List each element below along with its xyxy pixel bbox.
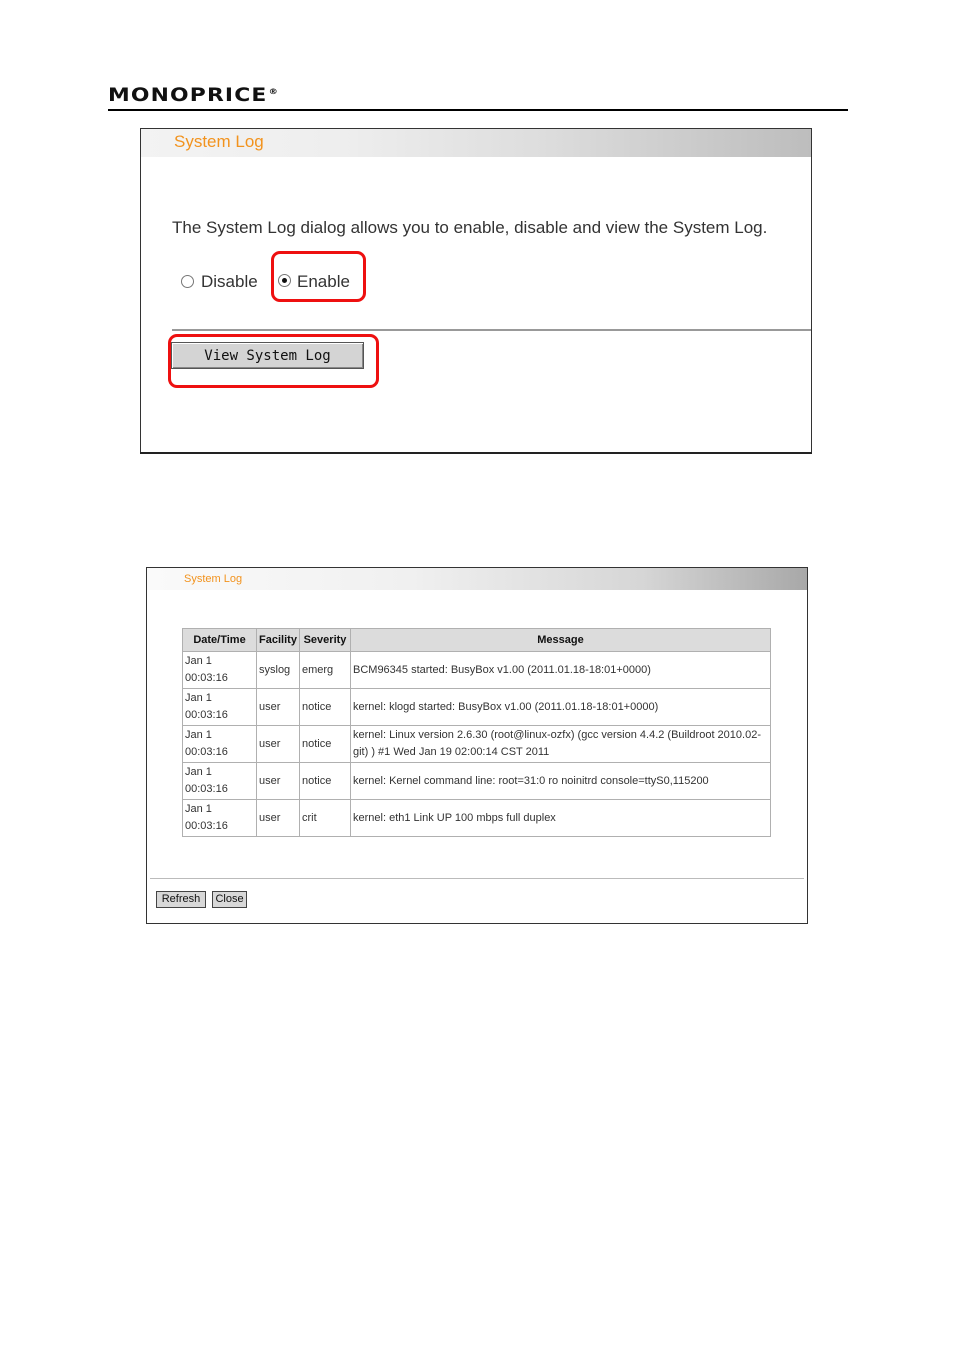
cell-date: Jan 1 <box>185 803 212 815</box>
title-bar: System Log <box>147 568 807 590</box>
table-header-row: Date/Time Facility Severity Message <box>182 628 771 652</box>
cell-date: Jan 1 <box>185 655 212 667</box>
panel-bottom-border <box>140 452 812 454</box>
cell-facility: user <box>256 725 300 763</box>
cell-datetime: Jan 1 00:03:16 <box>182 799 257 837</box>
cell-message: kernel: eth1 Link UP 100 mbps full duple… <box>350 799 771 837</box>
header-divider <box>108 109 848 111</box>
cell-facility: user <box>256 762 300 800</box>
table-row: Jan 1 00:03:16 user notice kernel: Linux … <box>182 725 771 763</box>
cell-time: 00:03:16 <box>185 672 228 684</box>
cell-date: Jan 1 <box>185 692 212 704</box>
close-button[interactable]: Close <box>212 891 247 908</box>
cell-message: kernel: Kernel command line: root=31:0 r… <box>350 762 771 800</box>
cell-severity: crit <box>299 799 351 837</box>
enable-highlight-annotation <box>271 251 366 302</box>
title-bar: System Log <box>141 129 811 157</box>
refresh-button[interactable]: Refresh <box>156 891 206 908</box>
column-header-message: Message <box>350 628 771 652</box>
registered-mark: ® <box>268 86 279 96</box>
cell-date: Jan 1 <box>185 766 212 778</box>
panel-title: System Log <box>184 573 243 585</box>
cell-datetime: Jan 1 00:03:16 <box>182 688 257 726</box>
panel-title: System Log <box>174 132 264 151</box>
log-table: Date/Time Facility Severity Message Jan … <box>182 628 771 837</box>
cell-severity: emerg <box>299 651 351 689</box>
column-header-datetime: Date/Time <box>182 628 257 652</box>
cell-facility: user <box>256 799 300 837</box>
cell-facility: user <box>256 688 300 726</box>
cell-datetime: Jan 1 00:03:16 <box>182 725 257 763</box>
cell-message: BCM96345 started: BusyBox v1.00 (2011.01… <box>350 651 771 689</box>
cell-date: Jan 1 <box>185 729 212 741</box>
cell-time: 00:03:16 <box>185 783 228 795</box>
system-log-settings-panel: System Log The System Log dialog allows … <box>140 128 812 454</box>
section-divider <box>172 329 811 331</box>
system-log-viewer-panel: System Log Date/Time Facility Severity M… <box>146 567 808 924</box>
cell-severity: notice <box>299 762 351 800</box>
cell-facility: syslog <box>256 651 300 689</box>
cell-time: 00:03:16 <box>185 820 228 832</box>
cell-time: 00:03:16 <box>185 709 228 721</box>
cell-severity: notice <box>299 688 351 726</box>
cell-datetime: Jan 1 00:03:16 <box>182 651 257 689</box>
table-row: Jan 1 00:03:16 user notice kernel: Kernel… <box>182 762 771 800</box>
brand-name: MONOPRICE <box>108 84 268 106</box>
table-row: Jan 1 00:03:16 user notice kernel: klogd … <box>182 688 771 726</box>
footer-divider <box>150 878 804 879</box>
cell-message: kernel: Linux version 2.6.30 (root@linux… <box>350 725 771 763</box>
view-button-highlight-annotation <box>168 334 379 388</box>
cell-time: 00:03:16 <box>185 746 228 758</box>
disable-radio[interactable] <box>181 275 194 288</box>
cell-message: kernel: klogd started: BusyBox v1.00 (20… <box>350 688 771 726</box>
description-text: The System Log dialog allows you to enab… <box>172 218 768 237</box>
monoprice-logo: MONOPRICE® <box>108 84 279 106</box>
disable-radio-label[interactable]: Disable <box>201 272 258 292</box>
column-header-severity: Severity <box>299 628 351 652</box>
table-row: Jan 1 00:03:16 user crit kernel: eth1 Lin… <box>182 799 771 837</box>
cell-severity: notice <box>299 725 351 763</box>
column-header-facility: Facility <box>256 628 300 652</box>
cell-datetime: Jan 1 00:03:16 <box>182 762 257 800</box>
table-row: Jan 1 00:03:16 syslog emerg BCM96345 star… <box>182 651 771 689</box>
